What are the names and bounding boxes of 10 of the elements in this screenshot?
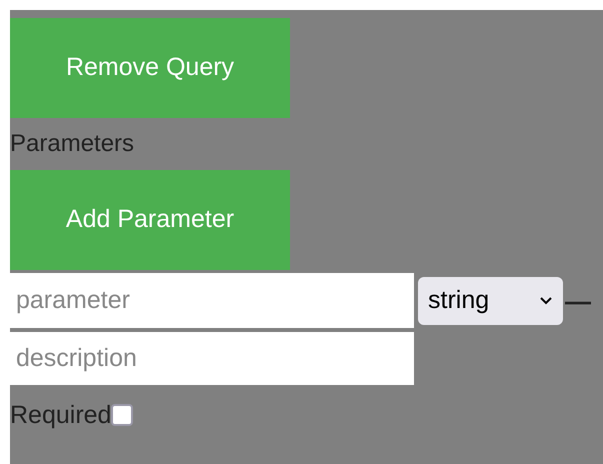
- description-field[interactable]: description: [10, 332, 414, 385]
- required-label: Required: [10, 400, 112, 431]
- remove-query-button[interactable]: Remove Query: [10, 18, 290, 118]
- add-parameter-button[interactable]: Add Parameter: [10, 170, 290, 270]
- parameter-name-field[interactable]: parameter: [10, 273, 414, 328]
- parameters-heading: Parameters: [10, 129, 134, 159]
- required-checkbox[interactable]: [111, 404, 134, 426]
- chevron-down-icon: [539, 296, 553, 306]
- type-select[interactable]: string: [418, 276, 563, 324]
- remove-parameter-button[interactable]: —: [565, 288, 591, 314]
